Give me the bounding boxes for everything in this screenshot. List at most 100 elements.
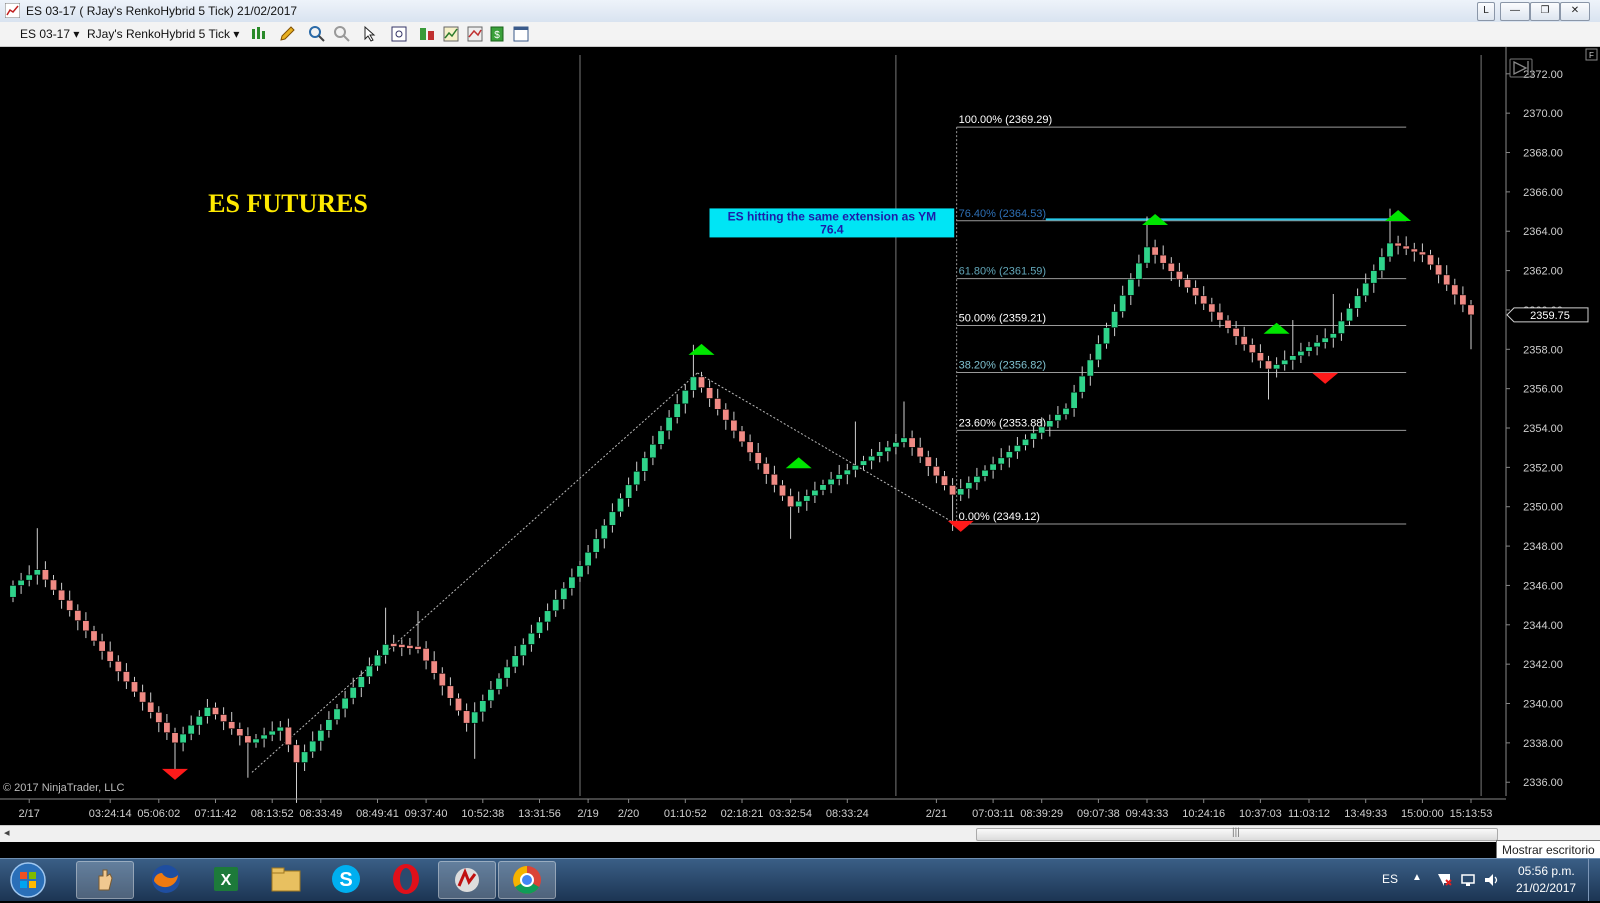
pencil-icon[interactable] bbox=[278, 25, 296, 43]
time-tick-label: 08:49:41 bbox=[356, 808, 399, 820]
template-icon[interactable]: $ bbox=[488, 25, 506, 43]
strategies-icon[interactable] bbox=[466, 25, 484, 43]
candle-up bbox=[1313, 342, 1321, 348]
candle-up bbox=[1062, 408, 1070, 415]
network-icon[interactable] bbox=[1460, 872, 1476, 888]
candle-up bbox=[689, 376, 697, 391]
close-button[interactable]: ✕ bbox=[1560, 2, 1590, 21]
time-tick-label: 10:52:38 bbox=[461, 808, 504, 820]
chart-canvas[interactable]: 100.00% (2369.29) 76.40% (2364.53) 61.80% … bbox=[0, 47, 1600, 825]
bar-type-icon[interactable] bbox=[250, 25, 268, 43]
candle-down bbox=[714, 398, 722, 410]
windows-taskbar: X S ES ▲ 05:56 p.m. 21/02/2017 bbox=[0, 858, 1600, 901]
firefox-icon bbox=[152, 865, 180, 893]
candle-down bbox=[1240, 336, 1248, 345]
candle-up bbox=[592, 538, 600, 553]
price-tick-label: 2370.00 bbox=[1523, 108, 1563, 120]
excel-task[interactable]: X bbox=[198, 861, 254, 897]
candle-down bbox=[787, 495, 795, 508]
candle-down bbox=[1435, 264, 1443, 276]
candle-up bbox=[657, 430, 665, 445]
scroll-left-arrow[interactable]: ◂ bbox=[4, 826, 10, 839]
minimize-button[interactable]: — bbox=[1500, 2, 1530, 21]
data-box-icon[interactable] bbox=[418, 25, 436, 43]
pointer-icon[interactable] bbox=[362, 25, 380, 43]
tray-expand-icon[interactable]: ▲ bbox=[1412, 872, 1422, 883]
scroll-thumb[interactable]: ||| bbox=[976, 827, 1498, 841]
indicators-icon[interactable] bbox=[442, 25, 460, 43]
candle-up bbox=[633, 471, 641, 486]
properties-icon[interactable] bbox=[390, 25, 408, 43]
language-indicator[interactable]: ES bbox=[1382, 872, 1398, 886]
explorer-icon bbox=[271, 867, 301, 892]
ninja-app-task[interactable] bbox=[438, 861, 496, 899]
instrument-selector[interactable]: ES 03-17 ▾ bbox=[20, 27, 79, 41]
windows-start-icon[interactable] bbox=[8, 861, 48, 899]
candle-down bbox=[284, 726, 292, 746]
candle-up bbox=[9, 585, 17, 598]
candle-down bbox=[292, 744, 300, 763]
candle-up bbox=[641, 457, 649, 472]
chart-toolbar: ES 03-17 ▾ RJay's RenkoHybrid 5 Tick ▾ $ bbox=[0, 22, 1600, 47]
time-tick-label: 03:24:14 bbox=[89, 808, 132, 820]
time-tick-label: 09:37:40 bbox=[405, 808, 448, 820]
firefox-task[interactable] bbox=[138, 861, 194, 897]
time-tick-label: 07:11:42 bbox=[194, 808, 236, 820]
candle-up bbox=[989, 463, 997, 471]
show-desktop-button[interactable] bbox=[1588, 859, 1600, 901]
copyright-label: © 2017 NinjaTrader, LLC bbox=[3, 782, 124, 794]
candle-down bbox=[949, 485, 957, 496]
price-tick-label: 2364.00 bbox=[1523, 226, 1563, 238]
candle-down bbox=[220, 714, 228, 722]
candle-down bbox=[90, 630, 98, 642]
fibonacci-retracement[interactable]: 100.00% (2369.29) 76.40% (2364.53) 61.80% … bbox=[956, 114, 1407, 525]
price-tick-label: 2346.00 bbox=[1523, 580, 1563, 592]
title-bar: ES 03-17 ( RJay's RenkoHybrid 5 Tick) 21… bbox=[0, 0, 1600, 23]
time-tick-label: 2/20 bbox=[618, 808, 639, 820]
volume-icon[interactable] bbox=[1483, 872, 1501, 888]
period-selector[interactable]: RJay's RenkoHybrid 5 Tick ▾ bbox=[87, 27, 239, 41]
clock-time[interactable]: 05:56 p.m. bbox=[1518, 864, 1575, 878]
candle-up bbox=[341, 697, 349, 710]
restore-button[interactable]: ❐ bbox=[1530, 2, 1560, 21]
candle-up bbox=[479, 700, 487, 713]
signal-up-arrow bbox=[1263, 322, 1290, 334]
ninjatrader-task[interactable] bbox=[76, 861, 134, 899]
candle-up bbox=[268, 730, 276, 736]
candle-up bbox=[301, 751, 309, 763]
candle-up bbox=[1281, 359, 1289, 365]
zoom-out-icon[interactable] bbox=[333, 25, 351, 43]
candle-up bbox=[576, 565, 584, 578]
candle-down bbox=[762, 463, 770, 475]
zoom-in-icon[interactable] bbox=[308, 25, 326, 43]
clock-date[interactable]: 21/02/2017 bbox=[1516, 881, 1576, 895]
annotation[interactable]: ES hitting the same extension as YM76.4 bbox=[709, 208, 955, 238]
chrome-task[interactable] bbox=[498, 861, 556, 899]
price-tick-label: 2362.00 bbox=[1523, 266, 1563, 278]
candle-up bbox=[325, 719, 333, 731]
candle-down bbox=[706, 387, 714, 399]
candle-up bbox=[973, 476, 981, 483]
candle-up bbox=[1030, 432, 1038, 440]
candle-up bbox=[1078, 375, 1086, 393]
candle-down bbox=[155, 712, 163, 723]
action-center-icon[interactable] bbox=[1436, 872, 1452, 888]
candle-up bbox=[1127, 278, 1135, 296]
opera-task[interactable] bbox=[378, 861, 434, 897]
price-chart[interactable]: 100.00% (2369.29) 76.40% (2364.53) 61.80% … bbox=[0, 47, 1600, 825]
candle-up bbox=[1337, 320, 1345, 334]
explorer-task[interactable] bbox=[258, 861, 314, 897]
window-icon[interactable] bbox=[512, 25, 530, 43]
link-button[interactable]: L bbox=[1477, 2, 1495, 21]
candle-down bbox=[106, 650, 114, 662]
signal-up-arrow bbox=[1385, 210, 1412, 222]
candle-down bbox=[1151, 246, 1159, 256]
axis-menu-icon[interactable]: F bbox=[1585, 48, 1598, 61]
skype-task[interactable]: S bbox=[318, 861, 374, 897]
candle-up bbox=[616, 497, 624, 513]
candle-down bbox=[940, 475, 948, 486]
chart-scrollbar[interactable]: ◂ ||| bbox=[0, 825, 1600, 842]
candle-down bbox=[1159, 254, 1167, 264]
candle-down bbox=[139, 691, 147, 703]
candle-down bbox=[49, 579, 57, 591]
